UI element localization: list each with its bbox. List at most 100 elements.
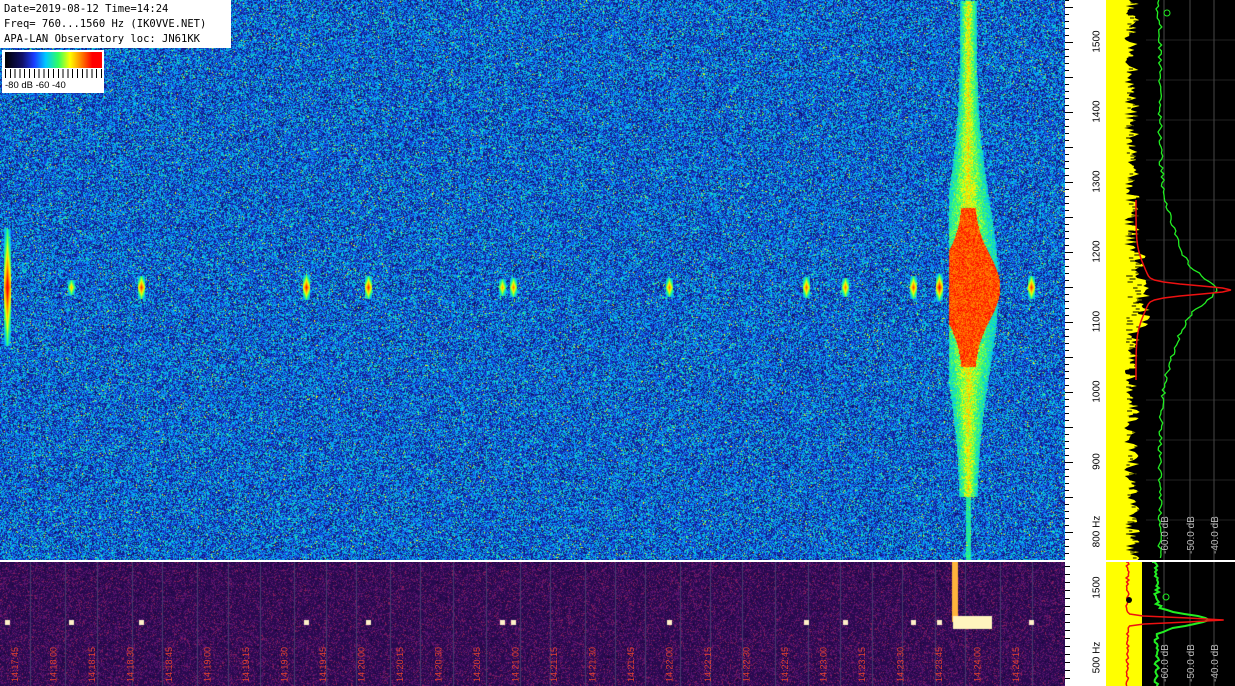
axis-minor-tick — [1065, 566, 1070, 567]
axis-minor-tick — [1065, 574, 1070, 575]
axis-minor-tick — [1065, 182, 1073, 183]
axis-minor-tick — [1065, 329, 1069, 330]
axis-minor-tick — [1065, 532, 1073, 533]
axis-minor-tick — [1065, 385, 1069, 386]
axis-minor-tick — [1065, 245, 1069, 246]
axis-minor-tick — [1065, 287, 1073, 288]
axis-minor-tick — [1065, 217, 1073, 218]
axis-minor-tick — [1065, 518, 1069, 519]
time-label: 14:17:45 — [10, 647, 20, 682]
time-label: 14:24:15 — [1011, 647, 1021, 682]
axis-minor-tick — [1065, 35, 1069, 36]
axis-minor-tick — [1065, 378, 1069, 379]
spectrum-marker-dot — [1126, 597, 1132, 603]
axis-minor-tick — [1065, 462, 1073, 463]
axis-tick-label: 1300 — [1091, 170, 1103, 193]
axis-minor-tick — [1065, 630, 1070, 631]
color-scale-ticks — [5, 69, 102, 78]
axis-tick-label: 800 Hz — [1091, 515, 1103, 548]
axis-minor-tick — [1065, 280, 1069, 281]
axis-minor-tick — [1065, 420, 1069, 421]
spectrum-db-label: -60.0 dB — [1160, 644, 1171, 682]
axis-minor-tick — [1065, 490, 1069, 491]
time-label: 14:19:30 — [280, 647, 290, 682]
time-label: 14:20:15 — [395, 647, 405, 682]
axis-tick-label: 1400 — [1091, 100, 1103, 123]
time-label: 14:19:45 — [318, 647, 328, 682]
axis-minor-tick — [1065, 224, 1069, 225]
time-label: 14:20:30 — [434, 647, 444, 682]
axis-minor-tick — [1065, 56, 1069, 57]
axis-minor-tick — [1065, 238, 1069, 239]
axis-minor-tick — [1065, 147, 1073, 148]
axis-minor-tick — [1065, 525, 1069, 526]
time-label: 14:18:15 — [87, 647, 97, 682]
axis-minor-tick — [1065, 662, 1070, 663]
bottom-spectrum-plot: -60.0 dB -50.0 dB -40.0 dB — [1106, 562, 1235, 686]
axis-minor-tick — [1065, 406, 1069, 407]
spectrum-db-label: -40.0 dB — [1210, 516, 1221, 554]
axis-minor-tick — [1065, 546, 1069, 547]
axis-minor-tick — [1065, 105, 1069, 106]
time-label: 14:20:45 — [472, 647, 482, 682]
axis-tick-label: 500 Hz — [1091, 641, 1103, 674]
axis-minor-tick — [1065, 308, 1069, 309]
time-label: 14:23:00 — [819, 647, 829, 682]
axis-minor-tick — [1065, 91, 1069, 92]
axis-minor-tick — [1065, 7, 1073, 8]
axis-tick-label: 1200 — [1091, 240, 1103, 263]
info-observatory: APA-LAN Observatory loc: JN61KK — [4, 33, 200, 45]
axis-minor-tick — [1065, 133, 1069, 134]
axis-minor-tick — [1065, 49, 1069, 50]
time-label: 14:19:15 — [241, 647, 251, 682]
axis-minor-tick — [1065, 670, 1070, 671]
axis-minor-tick — [1065, 646, 1070, 647]
main-waterfall-spectrogram — [0, 0, 1065, 560]
axis-minor-tick — [1065, 434, 1069, 435]
axis-minor-tick — [1065, 553, 1069, 554]
axis-minor-tick — [1065, 0, 1069, 1]
axis-minor-tick — [1065, 322, 1073, 323]
axis-minor-tick — [1065, 119, 1069, 120]
axis-minor-tick — [1065, 21, 1069, 22]
axis-minor-tick — [1065, 154, 1069, 155]
axis-minor-tick — [1065, 476, 1069, 477]
axis-minor-tick — [1065, 399, 1069, 400]
axis-minor-tick — [1065, 336, 1069, 337]
axis-minor-tick — [1065, 77, 1073, 78]
time-label: 14:18:30 — [126, 647, 136, 682]
axis-minor-tick — [1065, 469, 1069, 470]
axis-minor-tick — [1065, 203, 1069, 204]
axis-minor-tick — [1065, 638, 1070, 639]
time-label: 14:22:00 — [665, 647, 675, 682]
axis-minor-tick — [1065, 606, 1070, 607]
time-label: 14:23:15 — [857, 647, 867, 682]
axis-minor-tick — [1065, 140, 1069, 141]
axis-minor-tick — [1065, 315, 1069, 316]
axis-minor-tick — [1065, 614, 1070, 615]
spectrum-db-label: -50.0 dB — [1186, 644, 1197, 682]
info-frequency: Freq= 760...1560 Hz (IK0VVE.NET) — [4, 18, 207, 30]
axis-minor-tick — [1065, 364, 1069, 365]
axis-minor-tick — [1065, 504, 1069, 505]
axis-minor-tick — [1065, 98, 1069, 99]
time-label: 14:20:00 — [357, 647, 367, 682]
axis-minor-tick — [1065, 273, 1069, 274]
bottom-time-labels: 14:17:45 14:18:00 14:18:15 14:18:30 14:18:45… — [10, 647, 1021, 682]
info-date-time: Date=2019-08-12 Time=14:24 — [4, 3, 169, 15]
axis-tick-label: 900 — [1091, 453, 1103, 470]
axis-minor-tick — [1065, 511, 1069, 512]
axis-minor-tick — [1065, 266, 1069, 267]
axis-minor-tick — [1065, 161, 1069, 162]
time-label: 14:19:00 — [203, 647, 213, 682]
time-label: 14:21:15 — [549, 647, 559, 682]
axis-minor-tick — [1065, 28, 1069, 29]
time-label: 14:23:45 — [934, 647, 944, 682]
axis-minor-tick — [1065, 126, 1069, 127]
axis-tick-label: 1500 — [1091, 576, 1103, 599]
axis-minor-tick — [1065, 252, 1073, 253]
info-box: Date=2019-08-12 Time=14:24 Freq= 760...1… — [0, 0, 231, 48]
axis-minor-tick — [1065, 598, 1070, 599]
axis-minor-tick — [1065, 455, 1069, 456]
axis-minor-tick — [1065, 413, 1069, 414]
